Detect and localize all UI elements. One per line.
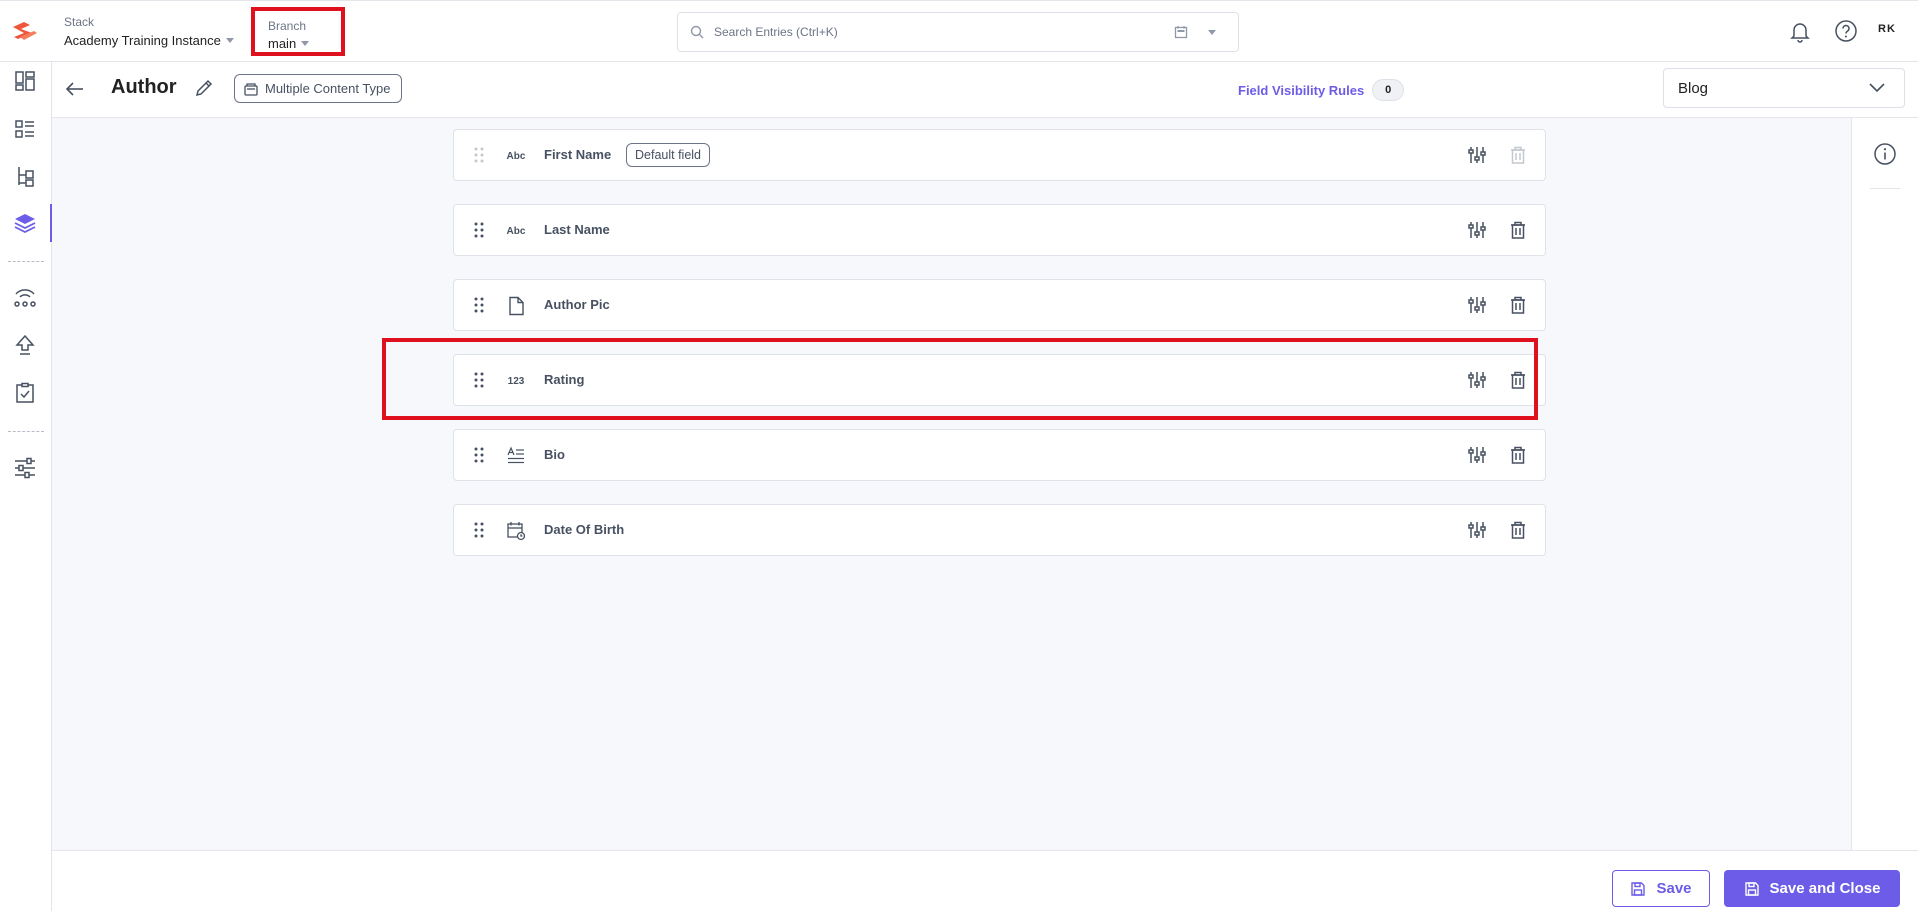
- settings-sliders-icon: [15, 457, 35, 479]
- drag-handle-icon[interactable]: [474, 146, 484, 164]
- field-row-date-of-birth[interactable]: Date Of Birth: [453, 504, 1546, 556]
- footer-actions: Save Save and Close: [52, 850, 1918, 911]
- avatar[interactable]: RK: [1878, 23, 1896, 35]
- trash-icon[interactable]: [1508, 370, 1528, 390]
- trash-icon[interactable]: [1508, 520, 1528, 540]
- sidebar-item-network[interactable]: [12, 284, 38, 310]
- stack-label: Stack: [64, 15, 95, 29]
- content-type-badge: Multiple Content Type: [234, 74, 402, 103]
- field-visibility-rules-link[interactable]: Field Visibility Rules: [1238, 83, 1364, 98]
- search-filter-dropdown-icon[interactable]: [1208, 30, 1216, 35]
- save-icon: [1744, 881, 1759, 896]
- drag-handle-icon[interactable]: [474, 521, 484, 539]
- help-icon[interactable]: [1834, 19, 1858, 43]
- entries-filter-icon[interactable]: [1174, 25, 1188, 39]
- sidebar-item-tasks[interactable]: [12, 380, 38, 406]
- content-type-badge-label: Multiple Content Type: [265, 81, 391, 96]
- field-type-calendar-icon: [505, 520, 527, 542]
- field-name: Date Of Birth: [544, 522, 625, 537]
- left-sidebar: [0, 62, 53, 911]
- field-row-rating[interactable]: 123 Rating: [453, 354, 1546, 406]
- field-row-first-name[interactable]: Abc First Name Default field: [453, 129, 1546, 181]
- back-arrow-icon[interactable]: [64, 78, 86, 100]
- save-icon: [1631, 881, 1646, 896]
- multiple-content-type-icon: [244, 82, 258, 96]
- sidebar-item-tree[interactable]: [12, 163, 38, 189]
- field-type-rich-text-icon: [505, 445, 527, 467]
- search-icon: [690, 25, 704, 39]
- tasks-clipboard-icon: [16, 382, 34, 403]
- caret-down-icon: [301, 41, 310, 46]
- save-button-label: Save: [1656, 880, 1692, 897]
- field-settings-icon[interactable]: [1467, 220, 1487, 240]
- caret-down-icon: [225, 38, 234, 43]
- field-name: Bio: [544, 447, 565, 462]
- drag-handle-icon[interactable]: [474, 446, 484, 464]
- default-field-badge: Default field: [626, 143, 711, 167]
- info-icon[interactable]: [1873, 142, 1897, 166]
- drag-handle-icon[interactable]: [474, 371, 484, 389]
- field-row-bio[interactable]: Bio: [453, 429, 1546, 481]
- save-and-close-button[interactable]: Save and Close: [1724, 870, 1900, 907]
- edit-pencil-icon[interactable]: [194, 78, 214, 98]
- search-bar: [677, 12, 1239, 52]
- field-visibility-count: 0: [1372, 79, 1405, 101]
- publish-upload-icon: [15, 334, 35, 355]
- top-bar: Stack Academy Training Instance Branch m…: [0, 0, 1918, 62]
- sidebar-divider: [8, 431, 44, 432]
- entries-list-icon: [15, 120, 34, 138]
- notification-bell-icon[interactable]: [1788, 19, 1812, 43]
- field-name: First Name: [544, 147, 612, 162]
- app-logo-icon[interactable]: [10, 19, 40, 45]
- field-settings-icon[interactable]: [1467, 520, 1487, 540]
- branch-label: Branch: [268, 19, 307, 33]
- field-row-last-name[interactable]: Abc Last Name: [453, 204, 1546, 256]
- field-settings-icon[interactable]: [1467, 145, 1487, 165]
- sidebar-divider: [8, 261, 44, 262]
- trash-icon[interactable]: [1508, 295, 1528, 315]
- field-type-text-icon: Abc: [506, 150, 526, 162]
- sidebar-item-entries[interactable]: [12, 116, 38, 142]
- content-tree-icon: [18, 167, 34, 187]
- field-row-author-pic[interactable]: Author Pic: [453, 279, 1546, 331]
- field-name: Rating: [544, 372, 585, 387]
- branch-selector[interactable]: Branch main: [251, 7, 345, 56]
- content-type-select-value: Blog: [1678, 79, 1709, 97]
- network-icon: [14, 289, 36, 307]
- branch-name: main: [268, 36, 297, 51]
- trash-icon-disabled: [1511, 146, 1525, 164]
- content-type-select[interactable]: Blog: [1663, 68, 1905, 108]
- field-name: Author Pic: [544, 297, 610, 312]
- trash-icon[interactable]: [1508, 445, 1528, 465]
- chevron-down-icon: [1869, 83, 1885, 93]
- field-name: Last Name: [544, 222, 610, 237]
- stack-selector[interactable]: Stack Academy Training Instance: [64, 15, 234, 48]
- sidebar-item-publish[interactable]: [12, 332, 38, 358]
- sidebar-item-content-models[interactable]: [12, 204, 53, 242]
- save-button[interactable]: Save: [1612, 870, 1710, 907]
- content-models-layers-icon: [14, 214, 36, 234]
- stack-name: Academy Training Instance: [64, 33, 221, 48]
- field-settings-icon[interactable]: [1467, 370, 1487, 390]
- field-type-file-icon: [505, 295, 527, 317]
- page-title: Author: [111, 76, 177, 98]
- field-type-text-icon: Abc: [506, 225, 526, 237]
- drag-handle-icon[interactable]: [474, 221, 484, 239]
- field-visibility-rules[interactable]: Field Visibility Rules 0: [1238, 79, 1405, 101]
- save-and-close-label: Save and Close: [1769, 880, 1881, 897]
- sidebar-item-settings[interactable]: [12, 455, 38, 481]
- search-input[interactable]: [714, 25, 1154, 39]
- drag-handle-icon[interactable]: [474, 296, 484, 314]
- right-info-panel: [1851, 118, 1918, 850]
- dashboard-icon: [15, 71, 35, 91]
- sidebar-item-dashboard[interactable]: [12, 68, 38, 94]
- content-type-header: Author Multiple Content Type Field Visib…: [52, 62, 1918, 118]
- field-settings-icon[interactable]: [1467, 445, 1487, 465]
- panel-divider: [1870, 188, 1900, 189]
- field-settings-icon[interactable]: [1467, 295, 1487, 315]
- field-type-number-icon: 123: [507, 375, 525, 387]
- trash-icon[interactable]: [1508, 220, 1528, 240]
- field-list-area: Abc First Name Default field Abc Last Na…: [52, 118, 1851, 850]
